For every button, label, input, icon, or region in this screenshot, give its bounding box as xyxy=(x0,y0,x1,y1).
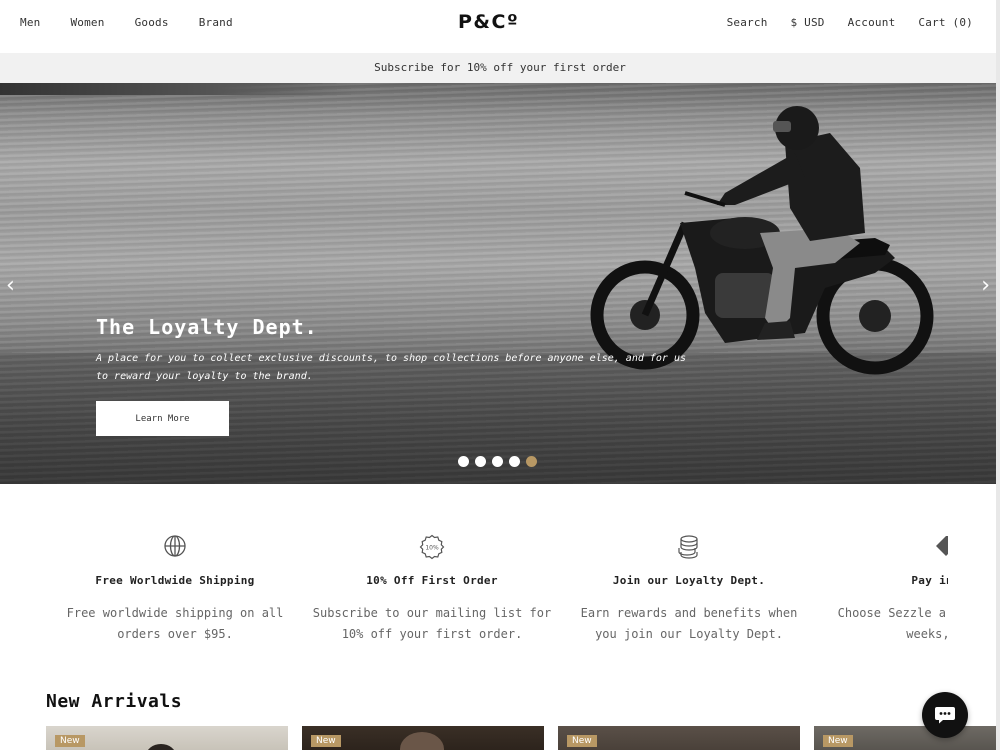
prev-slide-chevron-left-icon[interactable]: ‹ xyxy=(6,273,15,298)
search-link[interactable]: Search xyxy=(727,16,768,29)
tag-icon xyxy=(936,536,948,556)
site-header: Men Women Goods Brand P&Cº Search $ USD … xyxy=(0,0,1000,53)
feature-title: Join our Loyalty Dept. xyxy=(612,574,766,587)
product-image xyxy=(400,732,444,750)
motorcycle-rider-image xyxy=(590,106,934,375)
feature-title: Free Worldwide Shipping xyxy=(95,574,255,587)
new-arrivals-heading: New Arrivals xyxy=(46,691,183,712)
nav-men[interactable]: Men xyxy=(20,16,40,29)
currency-selector[interactable]: $ USD xyxy=(791,16,825,29)
nav-women[interactable]: Women xyxy=(70,16,104,29)
discount-badge-text: 10% xyxy=(425,545,439,552)
feature-loyalty: Join our Loyalty Dept. Earn rewards and … xyxy=(569,534,809,645)
slide-dots xyxy=(458,456,543,467)
chat-icon xyxy=(935,707,955,724)
product-card[interactable]: New xyxy=(302,726,544,750)
new-badge: New xyxy=(311,735,341,747)
feature-text: Earn rewards and benefits when you join … xyxy=(580,606,798,641)
new-badge: New xyxy=(567,735,597,747)
product-image xyxy=(146,744,176,750)
feature-text: Free worldwide shipping on all orders ov… xyxy=(66,606,284,641)
hero-description: A place for you to collect exclusive dis… xyxy=(96,353,687,382)
feature-title: 10% Off First Order xyxy=(366,574,498,587)
discount-badge-icon: 10% xyxy=(419,534,445,560)
feature-discount: 10% 10% Off First Order Subscribe to our… xyxy=(312,534,552,645)
page-scrollbar[interactable] xyxy=(996,0,1000,750)
utility-nav: Search $ USD Account Cart (0) xyxy=(704,16,973,29)
brand-logo[interactable]: P&Cº xyxy=(458,11,519,33)
announcement-bar[interactable]: Subscribe for 10% off your first order xyxy=(0,53,1000,83)
nav-brand[interactable]: Brand xyxy=(199,16,233,29)
new-badge: New xyxy=(55,735,85,747)
hero-shoreline xyxy=(0,83,360,95)
new-badge: New xyxy=(823,735,853,747)
feature-text: Choose Sezzle a spread your pa weeks, in… xyxy=(837,606,948,641)
slide-dot-1[interactable] xyxy=(458,456,469,467)
slide-dot-5[interactable] xyxy=(526,456,537,467)
globe-icon xyxy=(164,535,186,557)
account-link[interactable]: Account xyxy=(848,16,896,29)
slide-dot-4[interactable] xyxy=(509,456,520,467)
product-card[interactable]: New xyxy=(814,726,1000,750)
main-nav: Men Women Goods Brand xyxy=(20,16,263,29)
feature-pay: Pay in 4 w Choose Sezzle a spread your p… xyxy=(826,534,948,645)
feature-pay-clip: Pay in 4 w Choose Sezzle a spread your p… xyxy=(826,484,948,684)
slide-dot-3[interactable] xyxy=(492,456,503,467)
features-section: Free Worldwide Shipping Free worldwide s… xyxy=(0,484,1000,684)
hero-title: The Loyalty Dept. xyxy=(96,315,318,339)
hero-slideshow: ‹ › The Loyalty Dept. A place for you to… xyxy=(0,83,1000,484)
coins-icon xyxy=(678,535,698,559)
feature-text: Subscribe to our mailing list for 10% of… xyxy=(312,606,552,641)
slide-dot-2[interactable] xyxy=(475,456,486,467)
product-card[interactable]: New xyxy=(558,726,800,750)
learn-more-button[interactable]: Learn More xyxy=(96,401,229,436)
feature-title: Pay in 4 w xyxy=(911,574,948,587)
feature-shipping: Free Worldwide Shipping Free worldwide s… xyxy=(55,534,295,645)
nav-goods[interactable]: Goods xyxy=(135,16,169,29)
chat-button[interactable] xyxy=(922,692,968,738)
product-card[interactable]: New xyxy=(46,726,288,750)
cart-link[interactable]: Cart (0) xyxy=(918,16,973,29)
next-slide-chevron-right-icon[interactable]: › xyxy=(981,273,990,298)
